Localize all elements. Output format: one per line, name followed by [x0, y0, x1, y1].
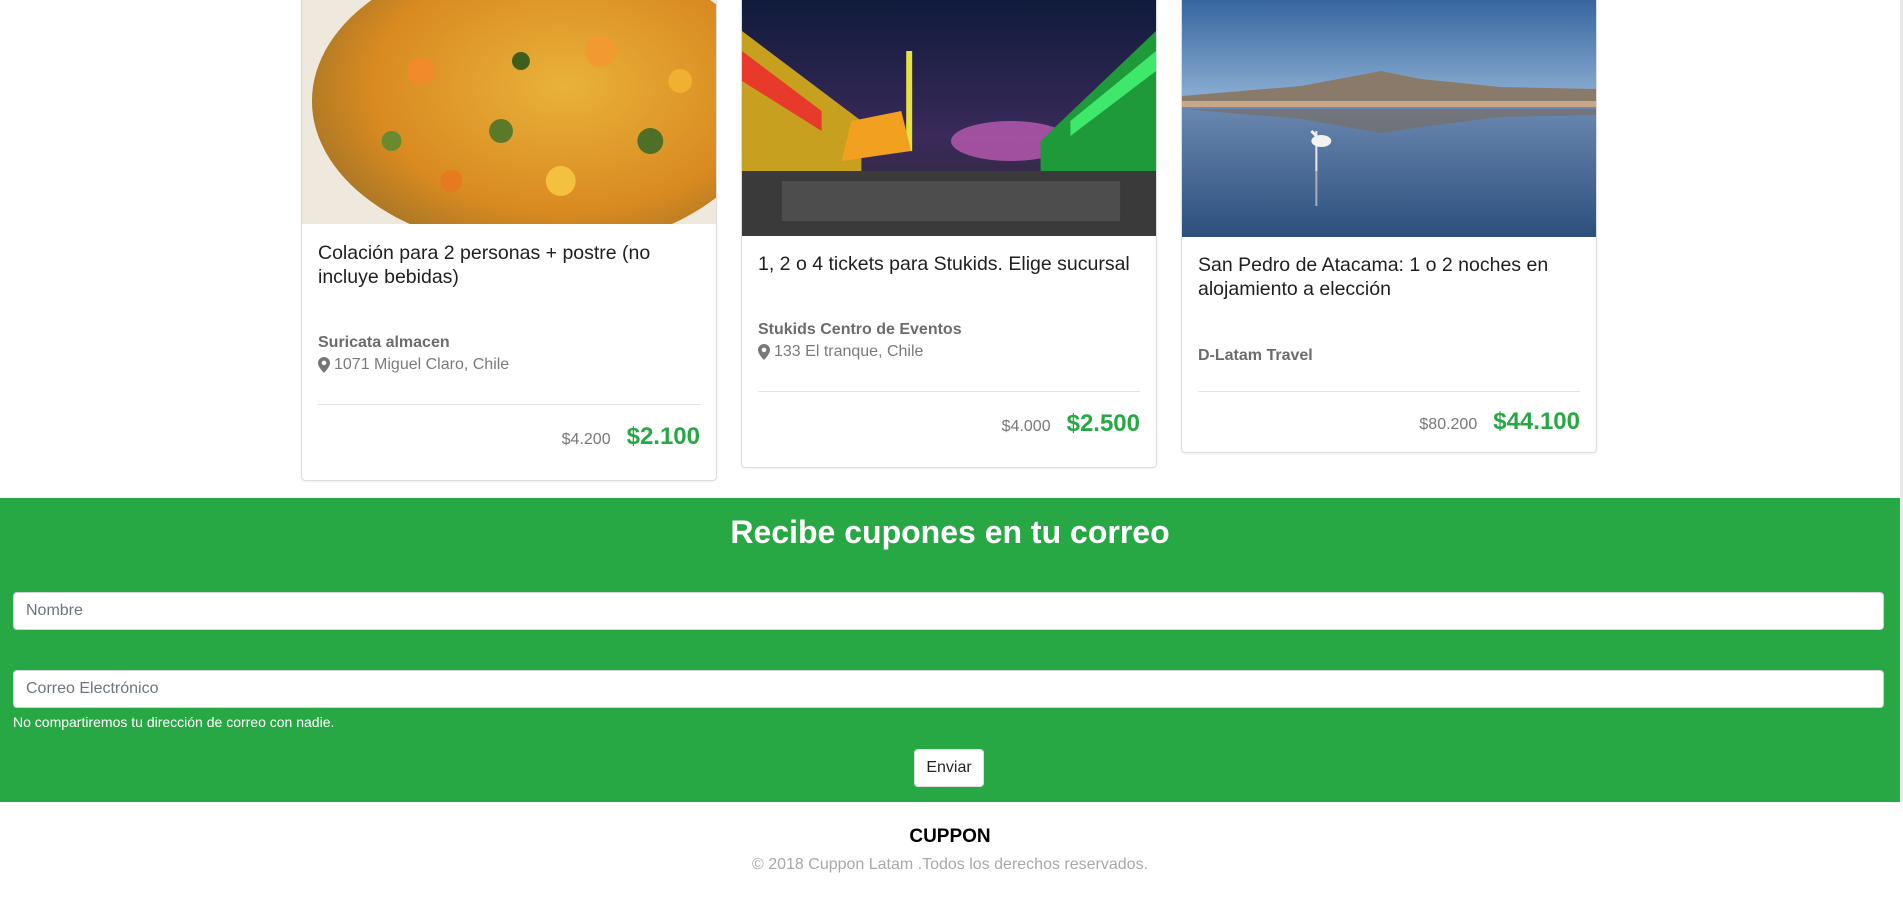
merchant-name: D-Latam Travel	[1198, 347, 1313, 364]
deal-prices: $80.200 $44.100	[1419, 408, 1580, 436]
old-price: $80.200	[1419, 416, 1478, 433]
deal-card[interactable]: San Pedro de Atacama: 1 o 2 noches en al…	[1181, 0, 1597, 453]
newsletter-heading: Recibe cupones en tu correo	[730, 514, 1170, 550]
deal-title[interactable]: Colación para 2 personas + postre (no in…	[318, 241, 700, 289]
merchant-name: Suricata almacen	[318, 334, 450, 351]
new-price: $2.100	[626, 423, 700, 450]
email-help-text: No compartiremos tu dirección de correo …	[13, 714, 335, 730]
location-text: 1071 Miguel Claro, Chile	[334, 356, 510, 373]
deal-card[interactable]: 1, 2 o 4 tickets para Stukids. Elige suc…	[741, 0, 1157, 468]
old-price: $4.200	[561, 431, 611, 448]
location-pin-icon	[318, 357, 330, 373]
submit-button[interactable]: Enviar	[914, 749, 984, 787]
old-price: $4.000	[1001, 418, 1051, 435]
new-price: $2.500	[1066, 410, 1140, 437]
deals-grid: Colación para 2 personas + postre (no in…	[0, 0, 1903, 498]
deal-title[interactable]: San Pedro de Atacama: 1 o 2 noches en al…	[1198, 253, 1580, 301]
deal-location: 133 El tranque, Chile	[758, 343, 923, 361]
location-text: 133 El tranque, Chile	[774, 343, 924, 360]
newsletter-section: Recibe cupones en tu correo No compartir…	[0, 498, 1900, 802]
deal-title[interactable]: 1, 2 o 4 tickets para Stukids. Elige suc…	[758, 252, 1140, 276]
flamingo-lake-image[interactable]	[1182, 0, 1596, 237]
footer-brand: CUPPON	[909, 826, 991, 847]
name-input[interactable]	[13, 592, 1884, 630]
food-dish-image[interactable]	[302, 0, 716, 224]
deal-prices: $4.200 $2.100	[562, 423, 700, 451]
location-pin-icon	[758, 344, 770, 360]
divider	[1198, 391, 1580, 392]
divider	[758, 391, 1140, 392]
footer-copyright: © 2018 Cuppon Latam .Todos los derechos …	[751, 856, 1149, 873]
divider	[318, 404, 700, 405]
email-input[interactable]	[13, 670, 1884, 708]
merchant-name: Stukids Centro de Eventos	[758, 321, 962, 338]
deal-location: 1071 Miguel Claro, Chile	[318, 356, 509, 374]
new-price: $44.100	[1493, 408, 1580, 435]
amusement-fair-image[interactable]	[742, 0, 1156, 236]
deal-card[interactable]: Colación para 2 personas + postre (no in…	[301, 0, 717, 481]
deal-prices: $4.000 $2.500	[1002, 410, 1140, 438]
footer: CUPPON © 2018 Cuppon Latam .Todos los de…	[0, 802, 1900, 918]
